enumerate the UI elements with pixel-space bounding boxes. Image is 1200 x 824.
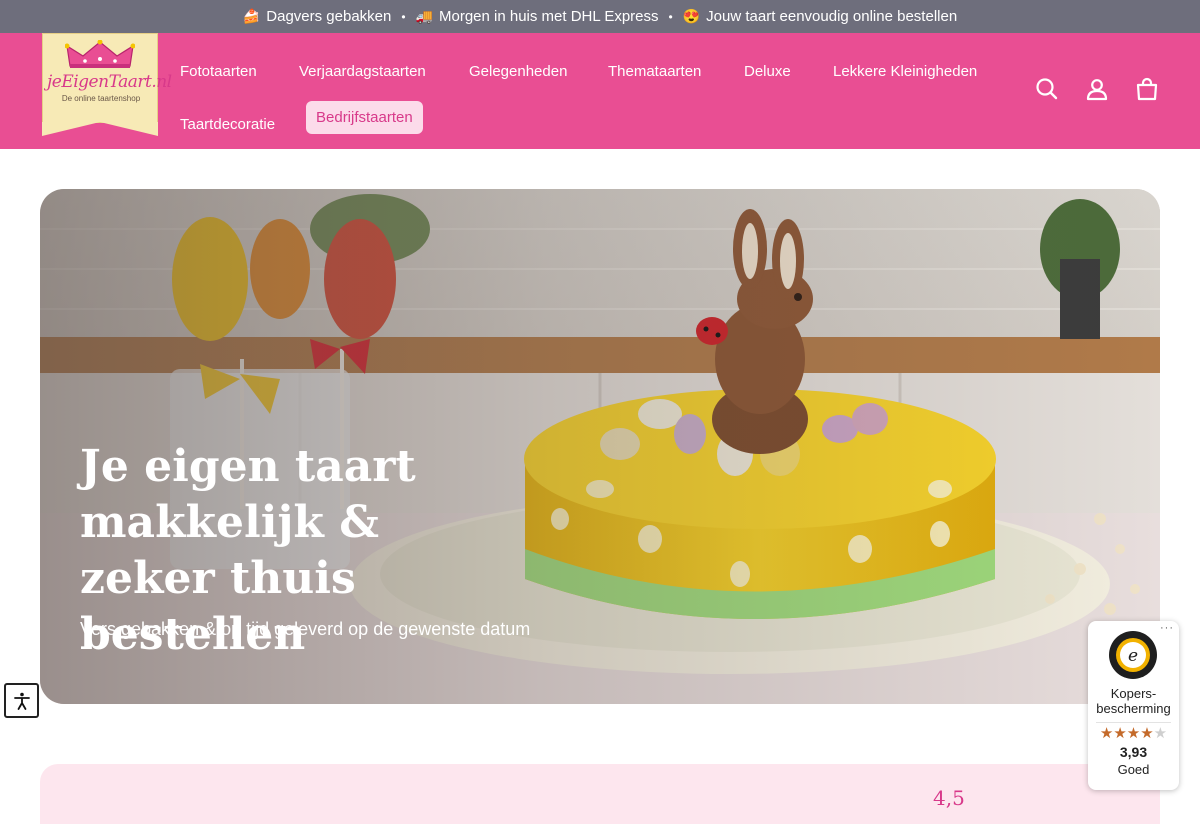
truck-emoji-icon: 🚚 [415, 8, 433, 24]
trusted-shops-seal-icon: e [1109, 631, 1157, 679]
rating-text: Goed [1117, 762, 1150, 777]
heart-eyes-emoji-icon: 😍 [682, 8, 701, 24]
announcement-separator: • [401, 9, 406, 24]
crown-icon [65, 40, 135, 68]
star-icon: ★ [1126, 725, 1141, 742]
account-icon[interactable] [1084, 76, 1110, 102]
badge-divider [1096, 722, 1171, 723]
logo[interactable]: jeEigenTaart.nl De online taartenshop [42, 33, 172, 123]
nav-item-lekkere-kleinigheden[interactable]: Lekkere Kleinigheden [823, 55, 987, 88]
nav-item-gelegenheden[interactable]: Gelegenheden [459, 55, 577, 88]
cart-icon[interactable] [1134, 76, 1160, 102]
announcement-separator: • [668, 9, 673, 24]
announcement-item: 😍 Jouw taart eenvoudig online bestellen [683, 8, 957, 25]
rating-stars: ★★★★★ [1088, 724, 1179, 742]
trusted-shops-badge[interactable]: ··· e Kopers-bescherming ★★★★★ 3,93 Goed [1088, 621, 1179, 790]
announcement-text: Jouw taart eenvoudig online bestellen [706, 8, 958, 25]
star-icon: ★ [1140, 725, 1154, 742]
accessibility-button[interactable] [4, 683, 39, 718]
logo-wordmark: jeEigenTaart.nl [47, 72, 172, 92]
nav-item-taartdecoratie[interactable]: Taartdecoratie [170, 108, 285, 141]
nav-item-deluxe[interactable]: Deluxe [734, 55, 801, 88]
announcement-item: 🍰 Dagvers gebakken [243, 8, 392, 25]
star-icon: ★ [1113, 725, 1127, 742]
nav-item-bedrijfstaarten[interactable]: Bedrijfstaarten [306, 101, 423, 134]
logo-tagline: De online taartenshop [61, 94, 141, 103]
svg-text:e: e [1128, 646, 1138, 666]
trusted-shops-label: Kopers-bescherming [1096, 686, 1171, 716]
announcement-text: Morgen in huis met DHL Express [438, 8, 659, 25]
announcement-bar: 🍰 Dagvers gebakken • 🚚 Morgen in huis me… [0, 0, 1200, 33]
review-score: 4,5 [933, 786, 965, 810]
nav-item-verjaardagstaarten[interactable]: Verjaardagstaarten [289, 55, 436, 88]
hero-banner[interactable]: Je eigen taart makkelijk & zeker thuis b… [40, 189, 1160, 704]
site-header: jeEigenTaart.nl De online taartenshop Fo… [0, 33, 1200, 149]
badge-menu-icon[interactable]: ··· [1160, 622, 1174, 634]
star-empty-icon: ★ [1153, 725, 1168, 742]
logo-banner-tail [42, 122, 158, 136]
star-icon: ★ [1099, 725, 1114, 742]
reviews-section: 4,5 [40, 764, 1160, 824]
nav-item-themataarten[interactable]: Themataarten [598, 55, 711, 88]
hero-subtitle: Vers gebakken & op tijd geleverd op de g… [80, 619, 531, 639]
announcement-item: 🚚 Morgen in huis met DHL Express [416, 8, 659, 25]
announcement-text: Dagvers gebakken [266, 8, 392, 25]
accessibility-icon [13, 692, 30, 710]
cake-emoji-icon: 🍰 [242, 8, 261, 24]
nav-item-fototaarten[interactable]: Fototaarten [170, 55, 267, 88]
search-icon[interactable] [1034, 76, 1060, 102]
rating-score: 3,93 [1119, 744, 1148, 760]
